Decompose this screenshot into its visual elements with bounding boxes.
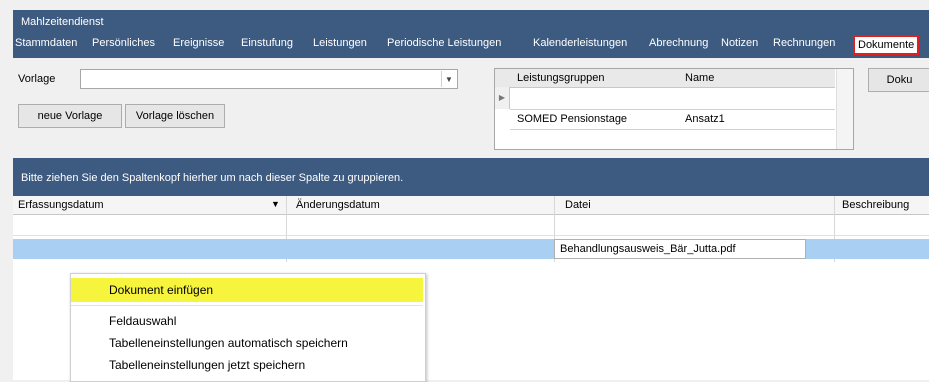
col-datei[interactable]: Datei: [565, 199, 591, 211]
menu-item-auto-save-settings[interactable]: Tabelleneinstellungen automatisch speich…: [71, 331, 423, 355]
delete-template-button[interactable]: Vorlage löschen: [125, 104, 225, 128]
menu-item-label: Dokument einfügen: [109, 283, 214, 297]
sort-chevron-down-icon[interactable]: ▼: [271, 199, 280, 209]
vorlage-combobox[interactable]: ▼: [80, 69, 458, 89]
menu-dokumente[interactable]: Dokumente: [853, 35, 920, 55]
context-menu: Dokument einfügen Feldauswahl Tabellenei…: [70, 273, 426, 382]
app-header: Mahlzeitendienst Stammdaten Persönliches…: [13, 10, 929, 58]
new-row-indicator-icon: ▶: [495, 87, 510, 109]
grid-scrollbar[interactable]: [836, 69, 853, 149]
filter-row[interactable]: [13, 215, 929, 236]
table-header: Erfassungsdatum ▼ Änderungsdatum Datei B…: [13, 196, 929, 215]
menu-item-label: Tabelleneinstellungen automatisch speich…: [109, 336, 348, 350]
group-panel[interactable]: Bitte ziehen Sie den Spaltenkopf hierher…: [13, 158, 929, 196]
menu-stammdaten[interactable]: Stammdaten: [15, 37, 77, 49]
col-leistungsgruppen[interactable]: Leistungsgruppen: [517, 72, 604, 84]
doku-button[interactable]: Doku: [868, 68, 929, 92]
menu-einstufung[interactable]: Einstufung: [241, 37, 293, 49]
chevron-down-icon[interactable]: ▼: [441, 71, 456, 87]
menu-item-save-settings-now[interactable]: Tabelleneinstellungen jetzt speichern: [71, 353, 423, 377]
col-beschreibung[interactable]: Beschreibung: [842, 199, 909, 211]
new-template-button[interactable]: neue Vorlage: [18, 104, 122, 128]
table-row[interactable]: SOMED Pensionstage Ansatz1: [510, 109, 835, 130]
group-cell: SOMED Pensionstage: [517, 113, 628, 125]
menu-persoenliches[interactable]: Persönliches: [92, 37, 155, 49]
menu-abrechnung[interactable]: Abrechnung: [649, 37, 708, 49]
menu-leistungen[interactable]: Leistungen: [313, 37, 367, 49]
menu-ereignisse[interactable]: Ereignisse: [173, 37, 224, 49]
col-name[interactable]: Name: [685, 72, 714, 84]
col-erfassungsdatum[interactable]: Erfassungsdatum: [18, 199, 104, 211]
menu-periodische-leistungen[interactable]: Periodische Leistungen: [387, 37, 501, 49]
datei-cell[interactable]: Behandlungsausweis_Bär_Jutta.pdf: [554, 239, 806, 259]
menu-item-insert-document[interactable]: Dokument einfügen: [71, 278, 423, 302]
menu-item-label: Feldauswahl: [109, 314, 177, 328]
vorlage-label: Vorlage: [18, 73, 56, 85]
group-hint-text: Bitte ziehen Sie den Spaltenkopf hierher…: [21, 172, 404, 184]
name-cell: Ansatz1: [685, 113, 725, 125]
menu-item-label: Tabelleneinstellungen jetzt speichern: [109, 358, 306, 372]
col-aenderungsdatum[interactable]: Änderungsdatum: [296, 199, 380, 211]
menu-divider: [71, 305, 423, 306]
new-row[interactable]: [510, 87, 835, 110]
menu-rechnungen[interactable]: Rechnungen: [773, 37, 835, 49]
leistungsgruppen-grid[interactable]: Leistungsgruppen Name ▶ SOMED Pensionsta…: [494, 68, 854, 150]
menu-notizen[interactable]: Notizen: [721, 37, 758, 49]
menu-item-feldauswahl[interactable]: Feldauswahl: [71, 309, 423, 333]
grid-header: Leistungsgruppen Name: [495, 69, 835, 88]
menu-kalenderleistungen[interactable]: Kalenderleistungen: [533, 37, 627, 49]
app-title: Mahlzeitendienst: [21, 16, 104, 28]
